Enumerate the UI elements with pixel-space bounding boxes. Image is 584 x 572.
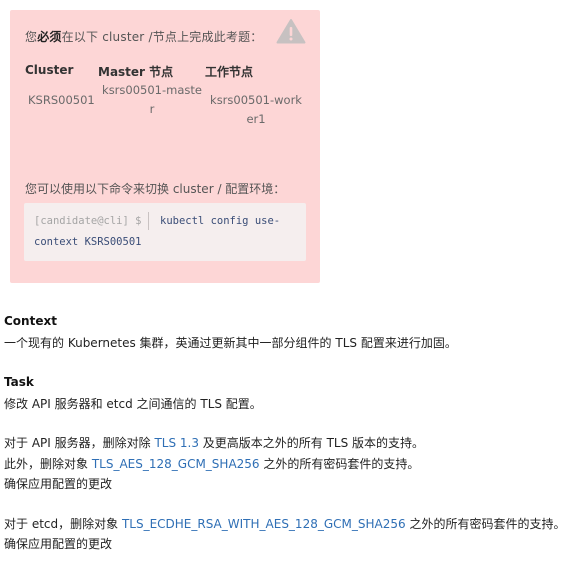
warning-triangle-icon: [276, 19, 306, 44]
table-cell-master: ksrs00501-maste r: [102, 81, 202, 119]
command-text-line2[interactable]: context KSRS00501: [34, 236, 141, 248]
command-separator: [148, 212, 149, 230]
table-cell-worker: ksrs00501-work er1: [206, 91, 306, 129]
switch-context-instruction: 您可以使用以下命令来切换 cluster / 配置环境：: [25, 182, 286, 196]
task-etcd-suffix: 之外的所有密码套件的支持。: [405, 517, 566, 531]
table-cell-master-line2: r: [149, 102, 155, 116]
notice-instruction-prefix: 您: [25, 30, 38, 44]
task-ensure-2: 确保应用配置的更改: [4, 537, 113, 551]
context-heading: Context: [4, 314, 57, 328]
task-heading: Task: [4, 375, 34, 389]
task-api-prefix: 对于 API 服务器，删除对除: [4, 436, 155, 450]
task-etcd-requirement: 对于 etcd，删除对象 TLS_ECDHE_RSA_WITH_AES_128_…: [4, 515, 565, 532]
command-prompt: [candidate@cli] $: [34, 215, 142, 227]
context-body: 一个现有的 Kubernetes 集群，英通过更新其中一部分组件的 TLS 配置…: [4, 336, 457, 350]
notice-instruction-suffix: 在以下 cluster /节点上完成此考题：: [61, 30, 263, 44]
notice-box: 您必须在以下 cluster /节点上完成此考题： Cluster Master…: [10, 10, 320, 283]
task-api-suffix: 及更高版本之外的所有 TLS 版本的支持。: [198, 436, 425, 450]
task-line1: 修改 API 服务器和 etcd 之间通信的 TLS 配置。: [4, 397, 262, 411]
task-ensure-1: 确保应用配置的更改: [4, 477, 113, 491]
task-etcd-prefix: 对于 etcd，删除对象: [4, 517, 122, 531]
task-api-requirement: 对于 API 服务器，删除对除 TLS 1.3 及更高版本之外的所有 TLS 版…: [4, 434, 424, 451]
command-text-line1[interactable]: kubectl config use-: [160, 215, 280, 227]
table-cell-master-line1: ksrs00501-maste: [102, 83, 202, 97]
table-cell-worker-line1: ksrs00501-work: [210, 93, 302, 107]
table-header-cluster: Cluster: [25, 63, 74, 77]
table-cell-worker-line2: er1: [246, 112, 266, 126]
tls-version-link[interactable]: TLS 1.3: [154, 436, 199, 450]
command-box[interactable]: [candidate@cli] $ kubectl config use- co…: [24, 203, 306, 261]
task-cipher-prefix: 此外，删除对象: [4, 457, 92, 471]
page: 您必须在以下 cluster /节点上完成此考题： Cluster Master…: [0, 0, 584, 572]
table-header-worker: 工作节点: [205, 65, 254, 79]
task-cipher-requirement: 此外，删除对象 TLS_AES_128_GCM_SHA256 之外的所有密码套件…: [4, 455, 419, 472]
notice-instruction-emphasis: 必须: [37, 30, 62, 44]
table-header-master: Master 节点: [98, 65, 174, 79]
etcd-cipher-link[interactable]: TLS_ECDHE_RSA_WITH_AES_128_GCM_SHA256: [122, 517, 406, 531]
table-cell-cluster: KSRS00501: [28, 93, 95, 107]
task-cipher-suffix: 之外的所有密码套件的支持。: [259, 457, 420, 471]
api-cipher-link[interactable]: TLS_AES_128_GCM_SHA256: [92, 457, 260, 471]
notice-instruction: 您必须在以下 cluster /节点上完成此考题：: [25, 28, 263, 45]
